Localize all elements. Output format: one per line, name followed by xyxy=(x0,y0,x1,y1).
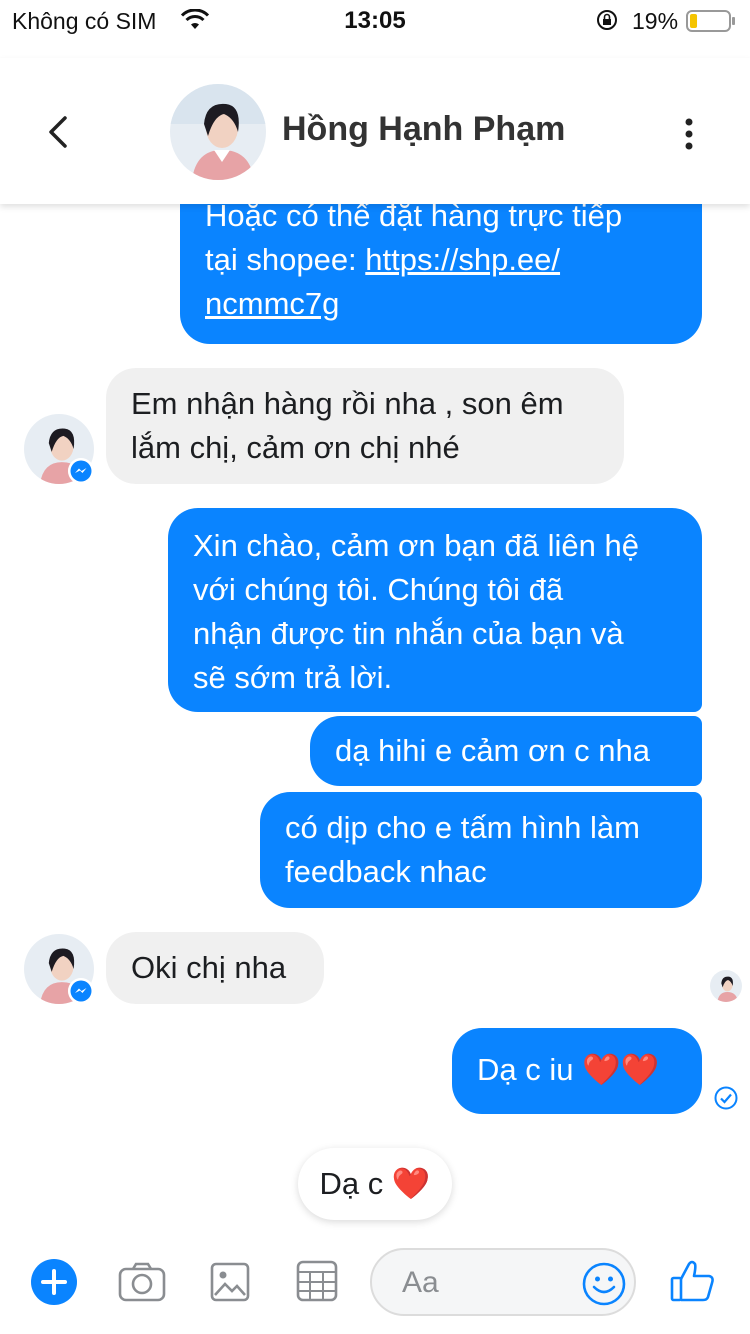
message-line: dạ hihi e cảm ơn c nha xyxy=(335,733,651,768)
contact-avatar[interactable] xyxy=(170,84,266,180)
messenger-badge-icon xyxy=(68,978,94,1004)
shopee-link-continued[interactable]: ncmmc7g xyxy=(205,282,702,326)
battery-percent: 19% xyxy=(632,8,679,34)
incoming-message[interactable]: Em nhận hàng rồi nha , son êm lắm chị, c… xyxy=(106,368,624,484)
image-icon[interactable] xyxy=(210,1262,250,1302)
outgoing-message[interactable]: Hoặc có thể đặt hàng trực tiếp tại shope… xyxy=(180,204,702,344)
sticker-icon[interactable] xyxy=(296,1260,338,1302)
input-placeholder: Aa xyxy=(402,1266,439,1299)
camera-icon[interactable] xyxy=(118,1262,166,1302)
message-line: sẽ sớm trả lời. xyxy=(193,660,393,695)
message-list[interactable]: Hoặc có thể đặt hàng trực tiếp tại shope… xyxy=(0,204,750,1238)
like-icon[interactable] xyxy=(670,1258,716,1304)
more-icon[interactable] xyxy=(672,114,706,154)
rotation-lock-icon xyxy=(597,10,617,30)
quick-reply-chip[interactable]: Dạ c ❤️ xyxy=(298,1148,452,1220)
message-line: Hoặc có thể đặt hàng trực tiếp xyxy=(205,204,623,233)
incoming-message[interactable]: Oki chị nha xyxy=(106,932,324,1004)
messenger-badge-icon xyxy=(68,458,94,484)
battery-icon xyxy=(686,10,735,32)
message-line: với chúng tôi. Chúng tôi đã xyxy=(193,572,564,607)
message-input[interactable]: Aa xyxy=(370,1248,636,1316)
outgoing-message[interactable]: Xin chào, cảm ơn bạn đã liên hệ với chún… xyxy=(168,508,702,712)
conversation-header: Hồng Hạnh Phạm xyxy=(0,58,750,204)
outgoing-message[interactable]: dạ hihi e cảm ơn c nha xyxy=(310,716,702,786)
message-line: Em nhận hàng rồi nha , son êm xyxy=(131,386,564,421)
status-bar: Không có SIM 13:05 19% xyxy=(0,0,750,40)
seen-indicator-avatar xyxy=(710,970,742,1002)
message-text: tại shopee: xyxy=(205,242,366,277)
shopee-link[interactable]: https://shp.ee/ xyxy=(365,242,560,277)
outgoing-message[interactable]: có dịp cho e tấm hình làm feedback nhac xyxy=(260,792,702,908)
message-line: có dịp cho e tấm hình làm xyxy=(285,810,640,845)
message-line: nhận được tin nhắn của bạn và xyxy=(193,616,624,651)
sent-check-icon xyxy=(714,1086,738,1110)
composer-bar: Aa xyxy=(0,1238,750,1334)
contact-name[interactable]: Hồng Hạnh Phạm xyxy=(282,110,565,149)
message-line: Xin chào, cảm ơn bạn đã liên hệ xyxy=(193,528,640,563)
message-line: feedback nhac xyxy=(285,854,487,889)
message-line: Dạ c iu ❤️❤️ xyxy=(477,1052,660,1087)
message-line: tại shopee: https://shp.ee/ xyxy=(205,238,702,282)
message-line: lắm chị, cảm ơn chị nhé xyxy=(131,430,460,465)
emoji-icon[interactable] xyxy=(582,1262,626,1306)
outgoing-message[interactable]: Dạ c iu ❤️❤️ xyxy=(452,1028,702,1114)
back-icon[interactable] xyxy=(40,110,80,154)
add-icon[interactable] xyxy=(30,1258,78,1306)
message-line: Oki chị nha xyxy=(131,950,287,985)
